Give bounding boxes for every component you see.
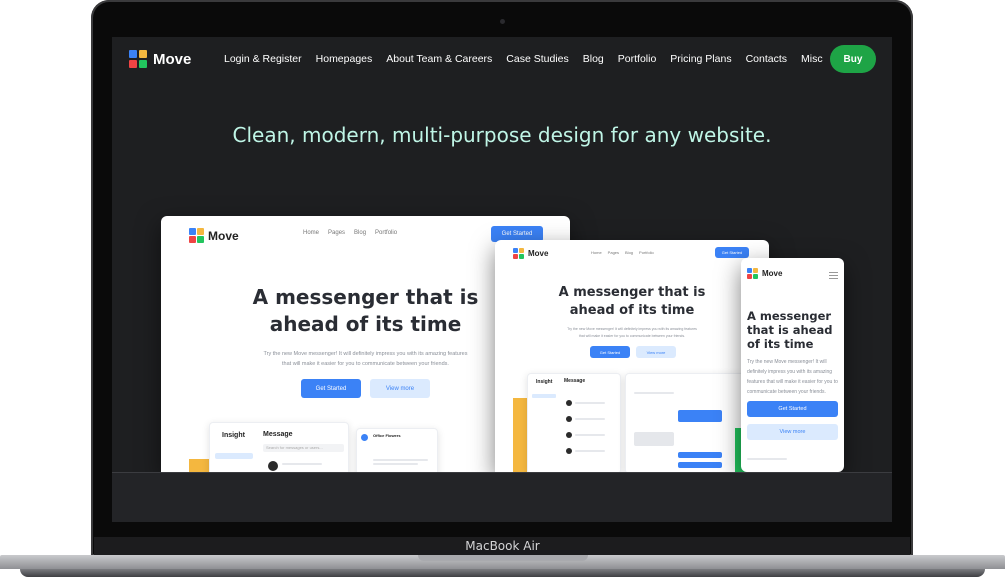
mockup-title-line: A messenger that is bbox=[558, 285, 706, 300]
mockup-logo-text: Move bbox=[762, 269, 783, 278]
message-line bbox=[575, 434, 605, 436]
menu-item-blog[interactable]: Blog bbox=[583, 53, 604, 65]
logo-grid-icon bbox=[747, 268, 758, 279]
mockup-accent-bar bbox=[513, 398, 527, 472]
mockup-title-line: of its time bbox=[747, 337, 814, 351]
chat-bubble bbox=[678, 462, 722, 468]
mockup-logo-text: Move bbox=[208, 228, 239, 243]
mockup-logo: Move bbox=[513, 248, 548, 259]
mockup-get-started-button[interactable]: Get Started bbox=[715, 247, 749, 258]
mockup-primary-button[interactable]: Get Started bbox=[590, 346, 630, 358]
mockup-title-line: A messenger bbox=[747, 309, 832, 323]
avatar bbox=[566, 448, 572, 454]
mockup-title: A messenger that is ahead of its time bbox=[747, 309, 842, 351]
mockup-nav-portfolio[interactable]: Portfolio bbox=[639, 250, 654, 255]
message-line bbox=[634, 392, 674, 394]
mockup-secondary-button[interactable]: View more bbox=[370, 379, 430, 398]
message-line bbox=[575, 418, 605, 420]
mockup-title: A messenger that is ahead of its time bbox=[495, 284, 769, 320]
avatar bbox=[361, 434, 368, 441]
mockup-logo-text: Move bbox=[528, 249, 549, 258]
hero-headline: Clean, modern, multi-purpose design for … bbox=[232, 123, 772, 147]
panel-active-item[interactable] bbox=[215, 453, 253, 459]
buy-button[interactable]: Buy bbox=[830, 45, 876, 73]
panel-insight-title: Insight bbox=[222, 432, 245, 439]
menu-item-pricing[interactable]: Pricing Plans bbox=[670, 53, 731, 65]
chat-image-strip bbox=[634, 432, 674, 446]
mockup-chat-panel: Office Flowers bbox=[356, 428, 438, 472]
mockup-subtitle-line: that will make it easier for you to comm… bbox=[578, 334, 686, 338]
chat-bubble bbox=[678, 452, 722, 458]
menu-item-about-team[interactable]: About Team & Careers bbox=[386, 53, 492, 65]
chat-bubble bbox=[678, 410, 722, 422]
mockup-nav-home[interactable]: Home bbox=[303, 230, 319, 236]
logo-text: Move bbox=[153, 50, 192, 68]
menu-item-homepages[interactable]: Homepages bbox=[316, 53, 373, 65]
mockup-logo: Move bbox=[747, 268, 782, 279]
avatar bbox=[566, 416, 572, 422]
menu-item-contacts[interactable]: Contacts bbox=[746, 53, 787, 65]
tablet-mockup: Move Home Pages Blog Portfolio Get Start… bbox=[495, 240, 769, 472]
mockup-chat-panel bbox=[625, 373, 745, 472]
panel-search-input[interactable]: Search for messages or users... bbox=[263, 444, 344, 452]
mockup-nav-blog[interactable]: Blog bbox=[625, 250, 633, 255]
main-menu: Login & Register Homepages About Team & … bbox=[224, 53, 823, 65]
mockup-nav-blog[interactable]: Blog bbox=[354, 230, 366, 236]
laptop-bottom bbox=[20, 569, 985, 577]
panel-message-title: Message bbox=[263, 431, 293, 438]
mockup-nav-pages[interactable]: Pages bbox=[608, 250, 619, 255]
menu-item-portfolio[interactable]: Portfolio bbox=[618, 53, 657, 65]
avatar bbox=[268, 461, 278, 471]
mockup-message-panel: Insight Message Search for messages or u… bbox=[209, 422, 349, 472]
laptop-screen: Move Login & Register Homepages About Te… bbox=[112, 37, 892, 522]
chat-name: Office Flowers bbox=[373, 433, 401, 438]
logo-grid-icon bbox=[189, 228, 204, 243]
mockup-logo: Move bbox=[189, 228, 239, 243]
logo-grid-icon bbox=[513, 248, 524, 259]
mockup-subtitle: Try the new Move messenger! It will defi… bbox=[747, 359, 838, 395]
logo-grid-icon bbox=[129, 50, 147, 68]
message-line bbox=[373, 463, 418, 465]
mockup-subtitle-line: Try the new Move messenger! It will defi… bbox=[567, 327, 697, 331]
mobile-mockup: Move A messenger that is ahead of its ti… bbox=[741, 258, 844, 472]
mockup-nav: Home Pages Blog Portfolio bbox=[303, 230, 397, 236]
mockup-subtitle: Try the new Move messenger! It will defi… bbox=[495, 326, 769, 340]
mockup-title-line: ahead of its time bbox=[569, 303, 695, 318]
mockup-secondary-button[interactable]: View more bbox=[747, 424, 838, 440]
mockup-nav: Home Pages Blog Portfolio bbox=[591, 250, 654, 255]
mockup-nav-portfolio[interactable]: Portfolio bbox=[375, 230, 397, 236]
laptop-notch bbox=[418, 555, 588, 561]
mockup-message-panel: Insight Message bbox=[527, 373, 621, 472]
menu-item-misc[interactable]: Misc bbox=[801, 53, 823, 65]
mockup-title-line: that is ahead bbox=[747, 323, 833, 337]
site-logo[interactable]: Move bbox=[129, 50, 191, 68]
message-line bbox=[282, 463, 322, 465]
message-line bbox=[747, 458, 787, 460]
mockup-primary-button[interactable]: Get Started bbox=[747, 401, 838, 417]
mockup-primary-button[interactable]: Get Started bbox=[301, 379, 361, 398]
mockup-accent-bar bbox=[189, 459, 209, 472]
menu-item-login-register[interactable]: Login & Register bbox=[224, 53, 302, 65]
screen-lower-band bbox=[112, 472, 892, 522]
message-line bbox=[575, 450, 605, 452]
avatar bbox=[566, 400, 572, 406]
mockup-nav-pages[interactable]: Pages bbox=[328, 230, 345, 236]
panel-active-item[interactable] bbox=[532, 394, 556, 398]
mockup-nav-home[interactable]: Home bbox=[591, 250, 602, 255]
panel-message-title: Message bbox=[564, 378, 586, 384]
message-line bbox=[575, 402, 605, 404]
mockup-secondary-button[interactable]: View more bbox=[636, 346, 676, 358]
menu-item-case-studies[interactable]: Case Studies bbox=[506, 53, 568, 65]
device-label: MacBook Air bbox=[465, 539, 540, 553]
top-navigation: Move Login & Register Homepages About Te… bbox=[112, 37, 892, 81]
laptop-base: MacBook Air bbox=[0, 537, 1005, 577]
avatar bbox=[566, 432, 572, 438]
panel-insight-title: Insight bbox=[536, 379, 553, 385]
message-line bbox=[373, 459, 428, 461]
camera-icon bbox=[500, 19, 505, 24]
